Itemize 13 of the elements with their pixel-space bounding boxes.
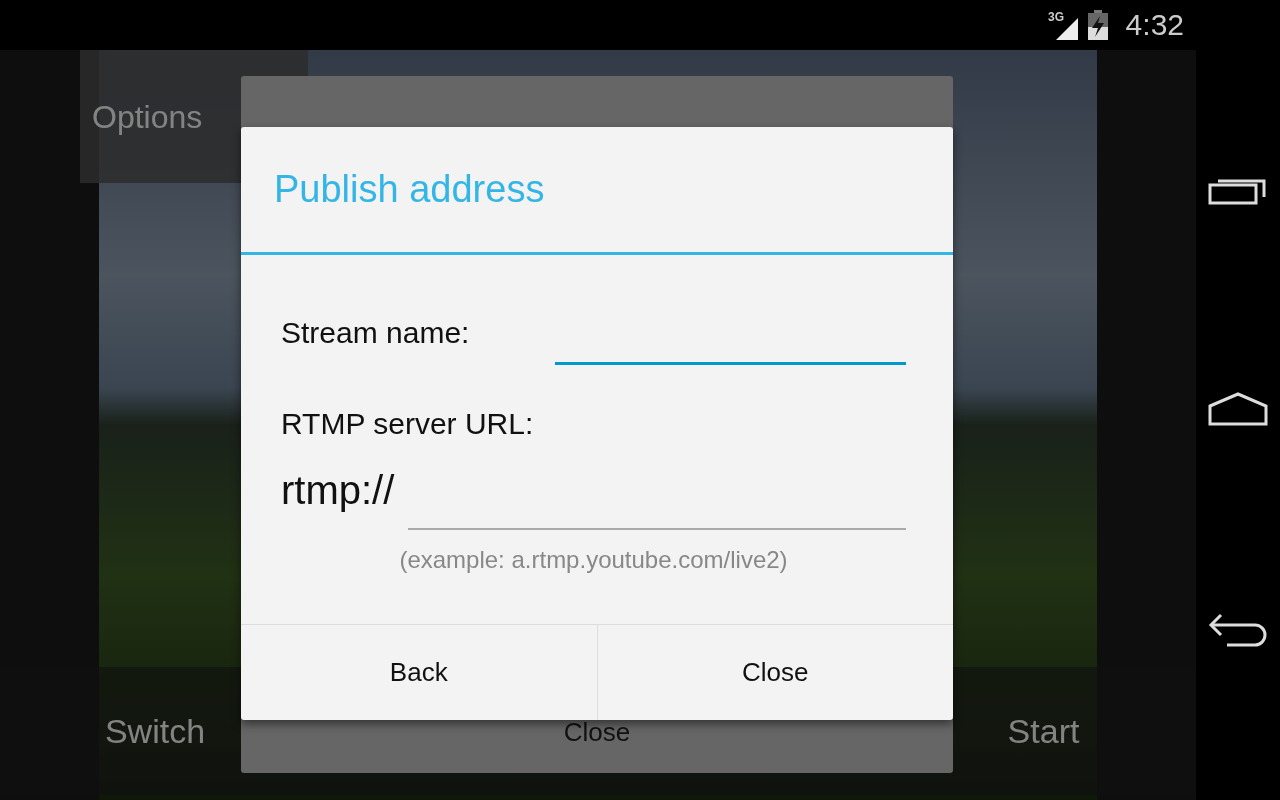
- back-icon[interactable]: [1207, 612, 1269, 647]
- dialog-button[interactable]: Close: [596, 625, 953, 720]
- dialog-button[interactable]: Back: [241, 625, 597, 720]
- dialog-title: Publish address: [241, 127, 953, 255]
- clock-time: 4:32: [1125, 10, 1184, 40]
- example-hint: (example: a.rtmp.youtube.com/live2): [398, 545, 789, 575]
- charging-battery-icon: [1087, 10, 1108, 40]
- field-label: Stream name:: [281, 315, 471, 351]
- start-button[interactable]: Start: [980, 667, 1107, 795]
- switch-button[interactable]: Switch: [90, 667, 220, 795]
- home-icon[interactable]: [1208, 392, 1268, 426]
- url-prefix: rtmp://: [281, 467, 395, 514]
- field-label: RTMP server URL:: [281, 406, 535, 442]
